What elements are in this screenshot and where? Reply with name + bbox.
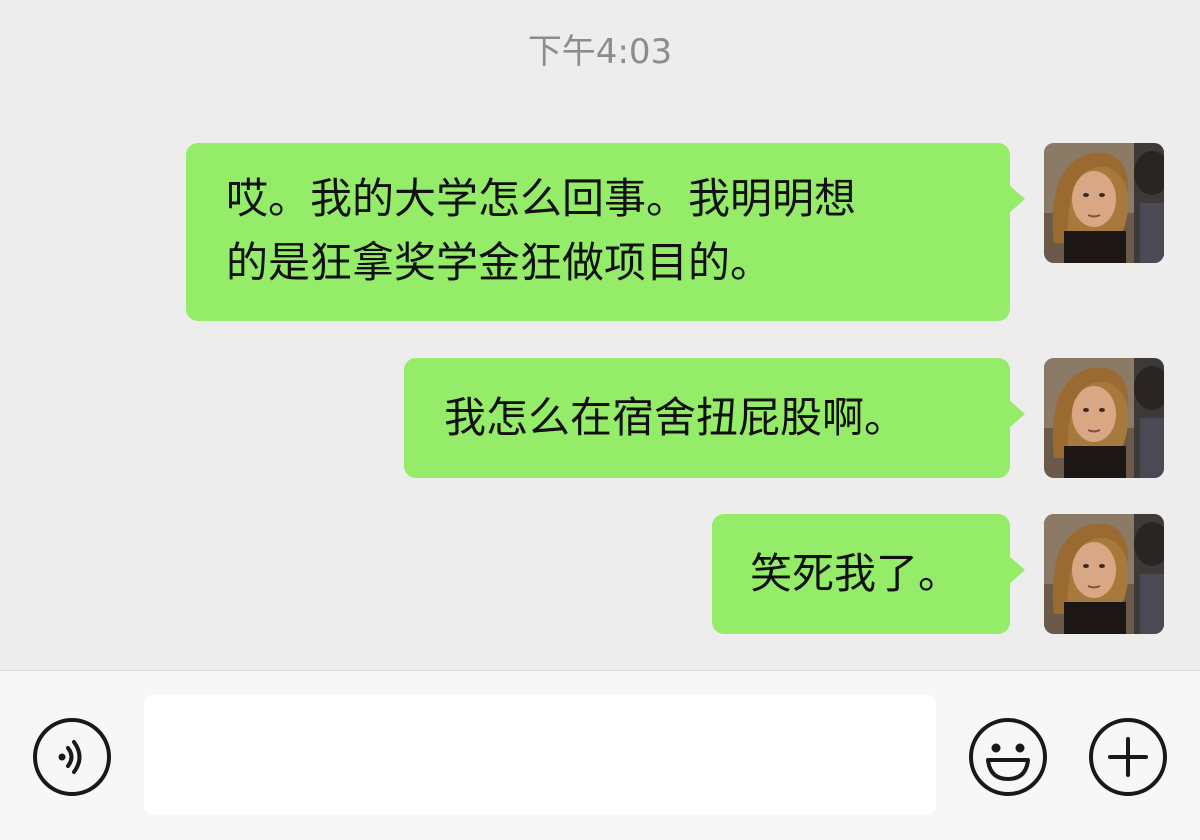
message-row: 我怎么在宿舍扭屁股啊。 [404, 358, 1164, 478]
message-row: 哎。我的大学怎么回事。我明明想 的是狂拿奖学金狂做项目的。 [186, 143, 1164, 321]
message-bubble[interactable]: 哎。我的大学怎么回事。我明明想 的是狂拿奖学金狂做项目的。 [186, 143, 1025, 321]
message-input[interactable] [144, 695, 936, 815]
voice-icon [33, 718, 111, 796]
emoji-icon [969, 718, 1047, 796]
message-bubble[interactable]: 我怎么在宿舍扭屁股啊。 [404, 358, 1025, 478]
message-text-line: 笑死我了。 [750, 549, 961, 598]
emoji-button[interactable] [968, 717, 1048, 797]
avatar[interactable] [1044, 358, 1164, 478]
more-button[interactable] [1088, 717, 1168, 797]
message-text-line: 的是狂拿奖学金狂做项目的。 [226, 238, 773, 287]
message-text-line: 哎。我的大学怎么回事。我明明想 [226, 174, 857, 223]
message-bubble[interactable]: 笑死我了。 [712, 514, 1025, 634]
message-row: 笑死我了。 [712, 514, 1164, 634]
message-timestamp: 下午4:03 [527, 32, 673, 72]
avatar[interactable] [1044, 514, 1164, 634]
avatar-image [1044, 143, 1164, 263]
avatar-image [1044, 514, 1164, 634]
input-bar [0, 670, 1200, 840]
message-text-line: 我怎么在宿舍扭屁股啊。 [444, 393, 907, 442]
avatar[interactable] [1044, 143, 1164, 263]
plus-icon [1089, 718, 1167, 796]
voice-button[interactable] [32, 717, 112, 797]
avatar-image [1044, 358, 1164, 478]
chat-area: 下午4:03 哎。我的大学怎么回事。我明明想 的是狂拿奖学金狂做项目的。 我怎么… [0, 0, 1200, 670]
